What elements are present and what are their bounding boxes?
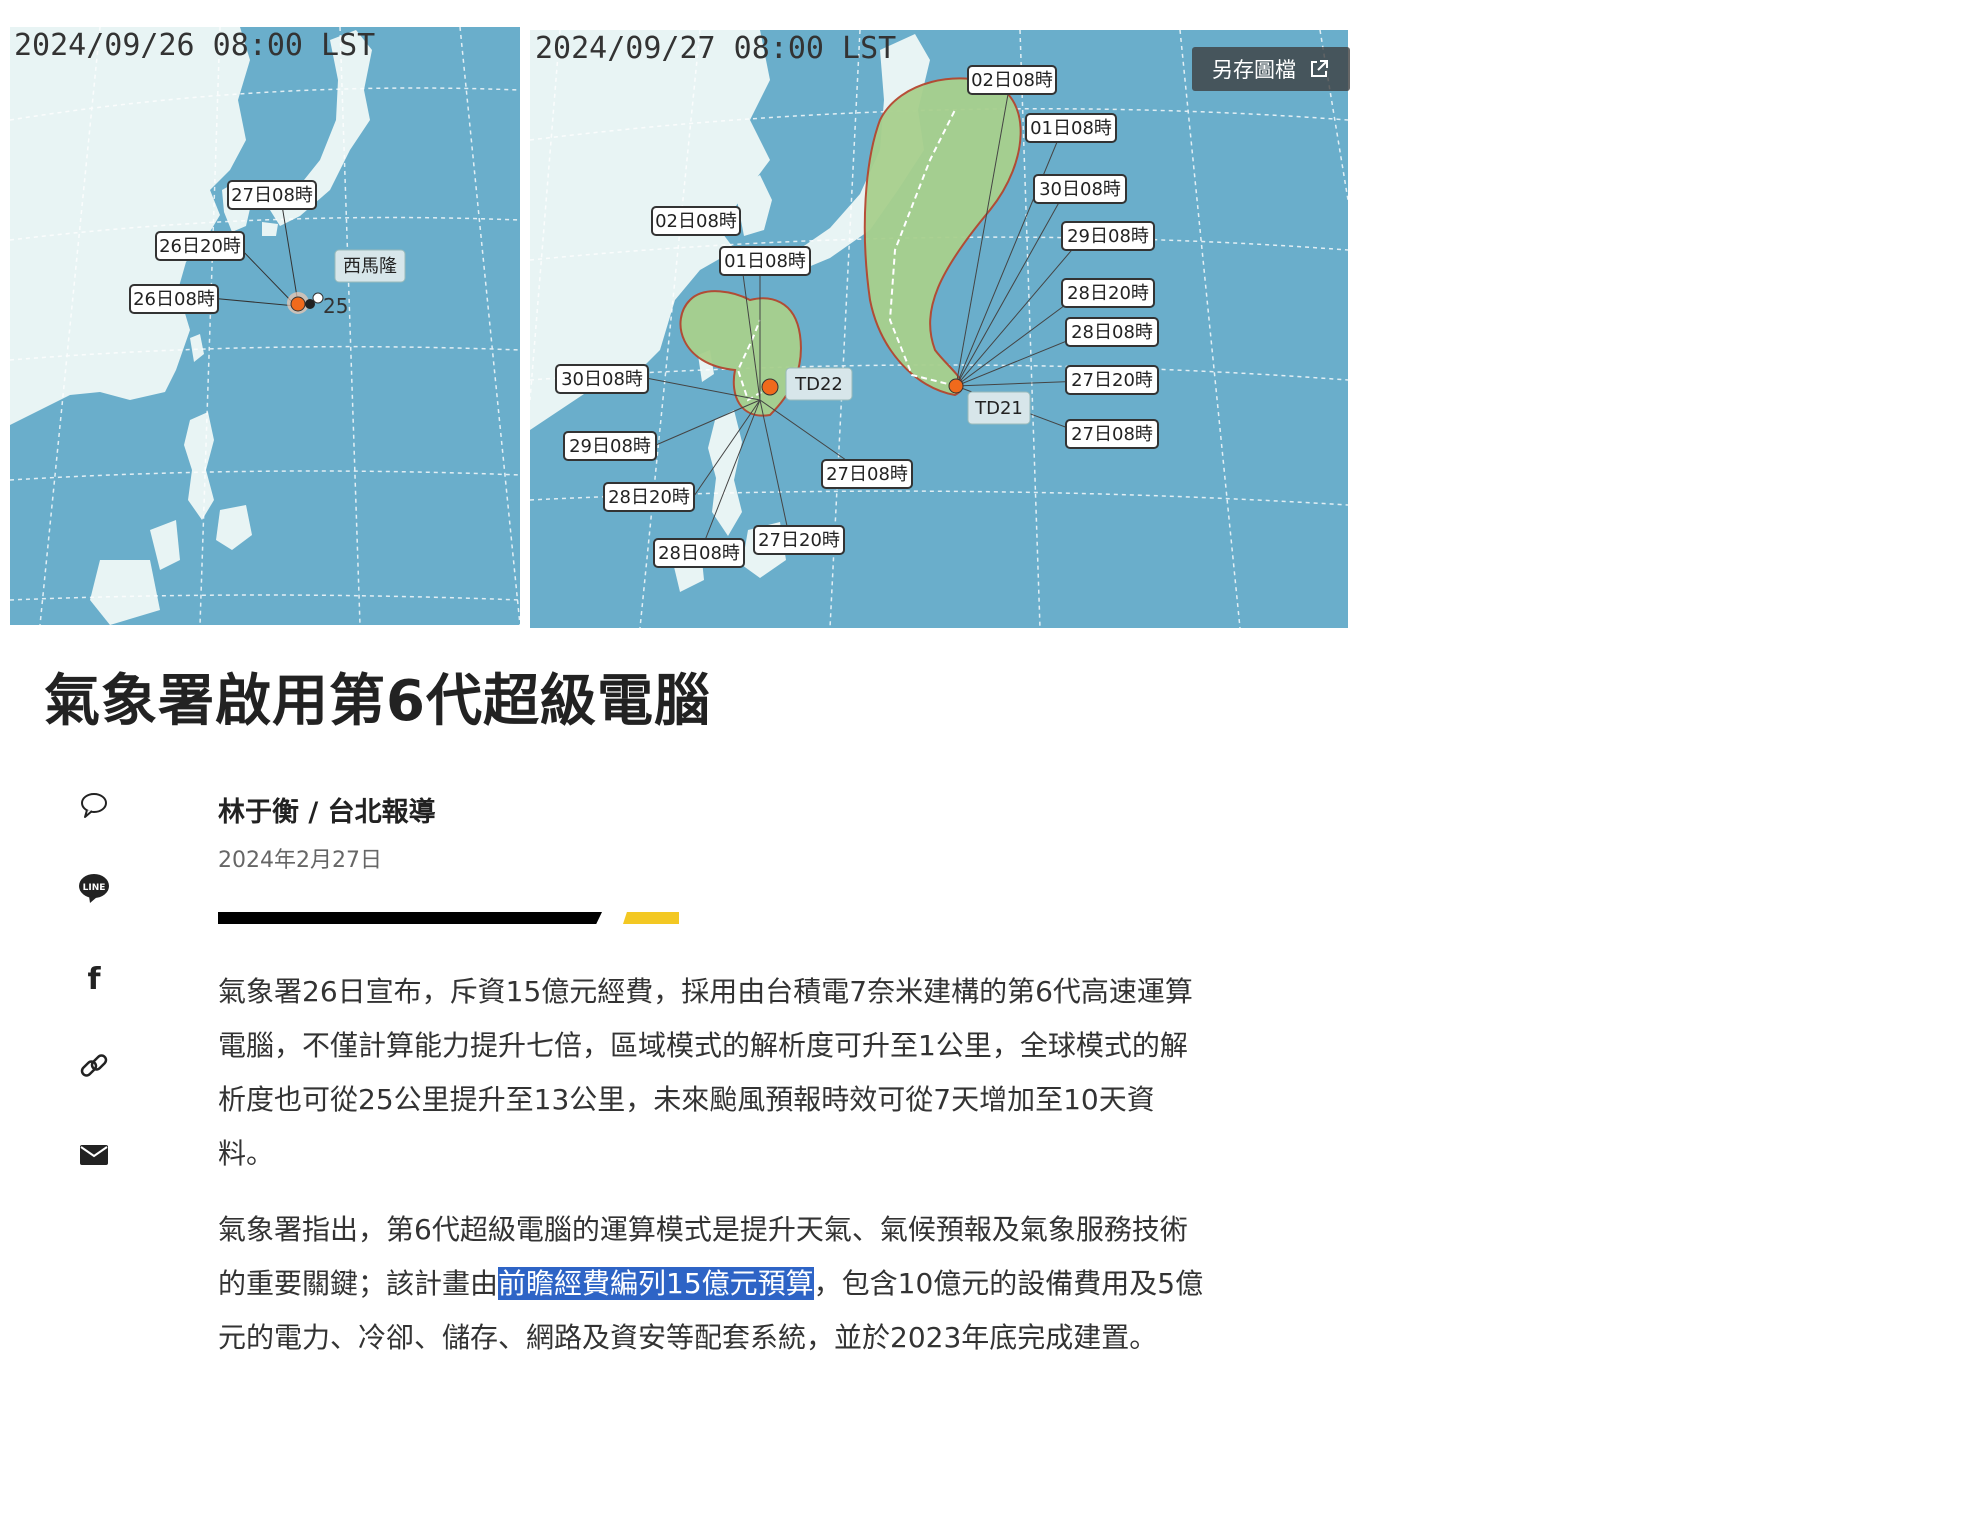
td22-track-label: 27日08時 (826, 464, 908, 485)
author-byline: 林于衡 / 台北報導 (218, 797, 436, 828)
facebook-icon: f (87, 962, 101, 995)
link-icon (80, 1054, 108, 1077)
divider-yellow (623, 912, 679, 924)
td21-track-label: 01日08時 (1030, 118, 1112, 139)
selected-text-highlight[interactable]: 前瞻經費編列15億元預算 (498, 1267, 814, 1300)
facebook-icon-text: f (87, 962, 101, 995)
save-image-label: 另存圖檔 (1212, 58, 1296, 82)
copy-link-button[interactable] (74, 1046, 114, 1086)
left-map-timestamp: 2024/09/26 08:00 LST (14, 28, 375, 63)
td21-name-label: TD21 (974, 398, 1023, 419)
article-paragraph-1: 氣象署26日宣布，斥資15億元經費，採用由台積電7奈米建構的第6代高速運算電腦，… (218, 975, 1193, 1170)
comment-button[interactable] (74, 785, 114, 825)
left-track-label: 26日20時 (159, 236, 241, 257)
right-map (530, 30, 1348, 628)
save-image-button[interactable]: 另存圖檔 (1192, 47, 1350, 91)
td22-track-label: 28日08時 (658, 543, 740, 564)
article-title: 氣象署啟用第6代超級電腦 (44, 669, 711, 734)
td21-track-label: 02日08時 (971, 70, 1053, 91)
td22-track-label: 02日08時 (655, 211, 737, 232)
typhoon-track-maps: 2024/09/26 08:00 LST 25 27日08時 26日20時 26… (10, 27, 1348, 628)
td22-track-label: 27日20時 (758, 530, 840, 551)
td21-track-label: 27日20時 (1071, 370, 1153, 391)
email-share-button[interactable] (74, 1135, 114, 1175)
publish-date: 2024年2月27日 (218, 848, 382, 873)
td21-track-label: 28日20時 (1067, 283, 1149, 304)
line-icon-text: LINE (83, 883, 106, 893)
article-paragraph-2: 氣象署指出，第6代超級電腦的運算模式是提升天氣、氣候預報及氣象服務技術的重要關鍵… (218, 1203, 1208, 1365)
td22-track-label: 29日08時 (569, 436, 651, 457)
left-storm-number: 25 (323, 294, 348, 318)
td21-track-label: 28日08時 (1071, 322, 1153, 343)
td22-name-label: TD22 (794, 374, 843, 395)
left-map (10, 27, 520, 625)
left-track-label: 26日08時 (133, 289, 215, 310)
td22-track-label: 01日08時 (724, 251, 806, 272)
td21-track-label: 30日08時 (1039, 179, 1121, 200)
td22-track-label: 30日08時 (561, 369, 643, 390)
facebook-share-button[interactable]: f (74, 958, 114, 998)
comment-icon (81, 793, 107, 818)
td21-track-label: 29日08時 (1067, 226, 1149, 247)
right-map-timestamp: 2024/09/27 08:00 LST (535, 31, 896, 66)
left-track-label: 27日08時 (231, 185, 313, 206)
external-link-icon (1311, 60, 1328, 77)
mail-icon (80, 1145, 108, 1165)
td22-track-label: 28日20時 (608, 487, 690, 508)
line-icon: LINE (79, 874, 109, 903)
td21-track-label: 27日08時 (1071, 424, 1153, 445)
line-share-button[interactable]: LINE (74, 868, 114, 908)
left-storm-name: 西馬隆 (343, 256, 397, 277)
divider-black (218, 912, 602, 924)
